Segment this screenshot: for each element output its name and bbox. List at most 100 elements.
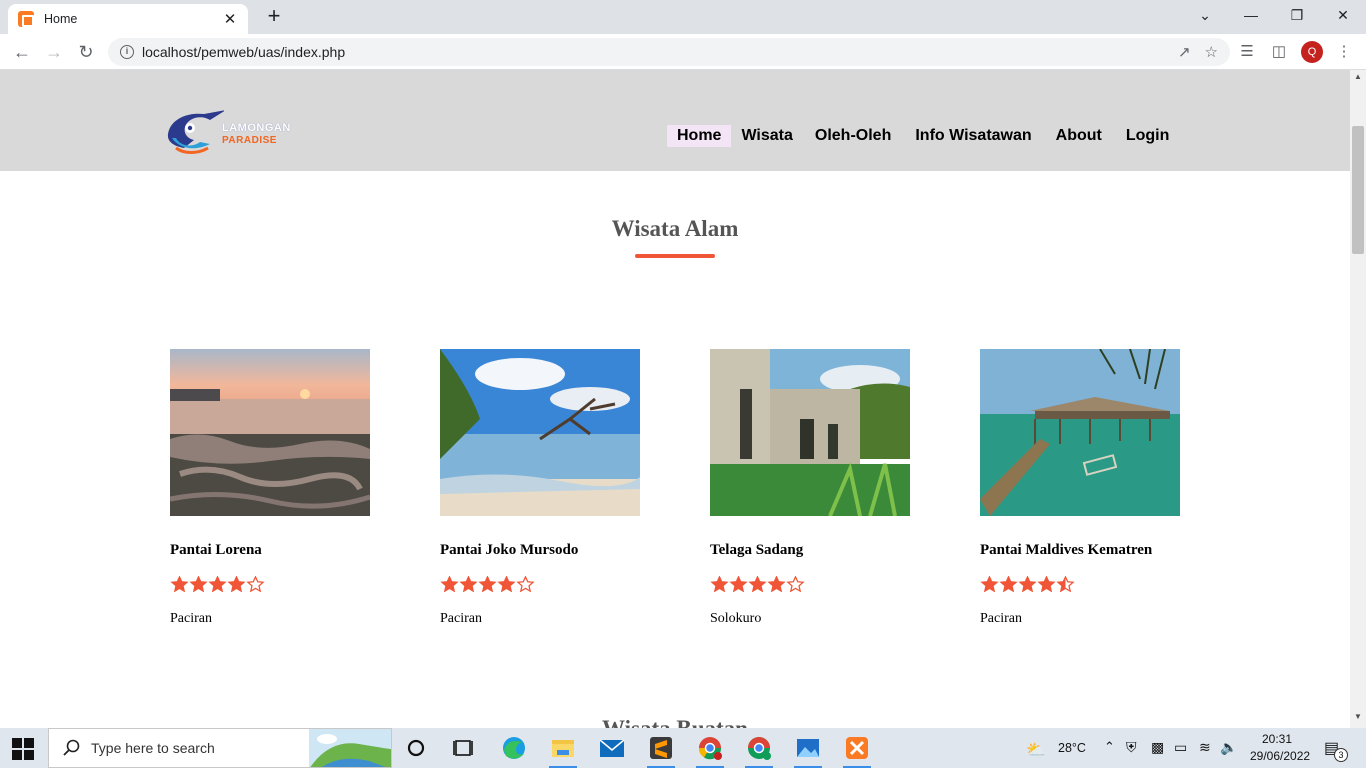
minimize-button[interactable]: — [1228, 0, 1274, 30]
star-full-icon [1037, 576, 1056, 592]
cortana-icon[interactable] [396, 732, 436, 764]
destination-name[interactable]: Telaga Sadang [710, 542, 803, 559]
destination-photo[interactable] [440, 349, 640, 516]
star-full-icon [999, 576, 1018, 592]
star-full-icon [980, 576, 999, 592]
destination-photo[interactable] [710, 349, 910, 516]
bookmark-star-icon[interactable]: ☆ [1205, 43, 1218, 61]
forward-arrow-icon[interactable]: → [40, 38, 68, 66]
site-info-icon[interactable]: i [120, 45, 134, 59]
media-control-icon[interactable]: ☰ [1237, 42, 1257, 62]
star-full-icon [1018, 576, 1037, 592]
destination-name[interactable]: Pantai Maldives Kematren [980, 542, 1152, 559]
nav-info-wisatawan[interactable]: Info Wisatawan [903, 125, 1043, 147]
chrome-profile-icon[interactable] [690, 732, 730, 768]
next-section-title: Wisata Buatan [0, 716, 1350, 728]
title-underline [635, 254, 715, 258]
nav-oleh-oleh[interactable]: Oleh-Oleh [803, 125, 903, 147]
share-icon[interactable]: ↗ [1178, 43, 1191, 61]
star-full-icon [440, 576, 459, 592]
destination-card[interactable]: Pantai Lorena Paciran [170, 349, 370, 626]
tab-title: Home [44, 12, 78, 26]
edge-browser-icon[interactable] [494, 732, 534, 764]
star-full-icon [497, 576, 516, 592]
profile-avatar[interactable]: Q [1301, 41, 1323, 63]
tray-expand-icon[interactable]: ⌃ [1104, 739, 1115, 755]
page-scrollbar[interactable]: ▲ ▼ [1350, 70, 1366, 728]
star-rating [710, 576, 805, 592]
star-full-icon [748, 576, 767, 592]
tab-close-icon[interactable]: ✕ [222, 10, 238, 28]
star-rating [440, 576, 535, 592]
destination-card[interactable]: Telaga Sadang Solokuro [710, 349, 910, 626]
reload-icon[interactable]: ↻ [72, 38, 100, 66]
star-rating [170, 576, 265, 592]
destination-location: Paciran [440, 611, 482, 626]
section-title: Wisata Alam [611, 216, 739, 241]
site-logo[interactable]: LAMONGAN PARADISE [164, 108, 304, 156]
xampp-favicon-icon [18, 11, 34, 27]
nav-wisata[interactable]: Wisata [731, 125, 802, 147]
destination-name[interactable]: Pantai Joko Mursodo [440, 542, 578, 559]
clock-date[interactable]: 29/06/2022 [1250, 749, 1310, 763]
destination-card[interactable]: Pantai Maldives Kematren Paciran [980, 349, 1180, 626]
wifi-icon[interactable]: ≋ [1199, 739, 1211, 756]
site-header: LAMONGAN PARADISE Home Wisata Oleh-Oleh … [0, 70, 1350, 171]
star-full-icon [227, 576, 246, 592]
destination-photo[interactable] [980, 349, 1180, 516]
star-full-icon [170, 576, 189, 592]
search-icon [63, 739, 80, 756]
back-arrow-icon[interactable]: ← [8, 38, 36, 66]
menu-kebab-icon[interactable]: ⋮ [1334, 42, 1354, 62]
page-viewport: LAMONGAN PARADISE Home Wisata Oleh-Oleh … [0, 70, 1350, 728]
photos-icon[interactable] [788, 732, 828, 768]
star-empty-icon [246, 576, 265, 592]
windows-start-icon[interactable] [12, 738, 34, 760]
logo-text-lamongan: LAMONGAN [222, 122, 291, 134]
file-explorer-icon[interactable] [543, 732, 583, 768]
browser-tab-bar: Home ✕ + ⌄ — ❐ ✕ [0, 0, 1366, 34]
url-text[interactable]: localhost/pemweb/uas/index.php [142, 44, 1164, 60]
search-highlight-art-icon [309, 729, 391, 767]
xampp-icon[interactable] [837, 732, 877, 768]
star-half-icon [1056, 576, 1075, 592]
clock-time[interactable]: 20:31 [1262, 732, 1292, 746]
task-view-icon[interactable] [443, 732, 483, 764]
star-full-icon [710, 576, 729, 592]
meet-now-icon[interactable]: ▩ [1151, 739, 1164, 756]
star-full-icon [208, 576, 227, 592]
restore-button[interactable]: ❐ [1274, 0, 1320, 30]
star-full-icon [459, 576, 478, 592]
browser-toolbar: ← → ↻ i localhost/pemweb/uas/index.php ↗… [0, 34, 1366, 70]
close-window-button[interactable]: ✕ [1320, 0, 1366, 30]
new-tab-button[interactable]: + [260, 4, 288, 30]
destination-name[interactable]: Pantai Lorena [170, 542, 262, 559]
nav-login[interactable]: Login [1114, 125, 1182, 147]
star-empty-icon [786, 576, 805, 592]
search-placeholder: Type here to search [91, 740, 215, 756]
nav-about[interactable]: About [1044, 125, 1114, 147]
side-panel-icon[interactable]: ◫ [1269, 42, 1289, 62]
scroll-thumb[interactable] [1352, 126, 1364, 254]
star-full-icon [729, 576, 748, 592]
weather-icon[interactable]: ⛅ [1026, 740, 1046, 760]
nav-home[interactable]: Home [667, 125, 732, 147]
sublime-text-icon[interactable] [641, 732, 681, 768]
browser-tab[interactable]: Home ✕ [8, 4, 248, 34]
destination-location: Solokuro [710, 611, 762, 626]
weather-temp[interactable]: 28°C [1058, 741, 1086, 755]
star-full-icon [478, 576, 497, 592]
notification-count-badge: 3 [1334, 748, 1348, 762]
volume-icon[interactable]: 🔈 [1220, 739, 1237, 756]
mail-icon[interactable] [592, 732, 632, 764]
destination-card[interactable]: Pantai Joko Mursodo Paciran [440, 349, 640, 626]
battery-icon[interactable]: ▭ [1174, 739, 1187, 756]
chrome-icon[interactable] [739, 732, 779, 768]
scroll-up-arrow-icon[interactable]: ▲ [1350, 72, 1366, 86]
tab-search-icon[interactable]: ⌄ [1182, 0, 1228, 30]
destination-photo[interactable] [170, 349, 370, 516]
taskbar-search-box[interactable]: Type here to search [48, 728, 392, 768]
scroll-down-arrow-icon[interactable]: ▼ [1350, 712, 1366, 726]
address-bar[interactable]: i localhost/pemweb/uas/index.php ↗ ☆ [108, 38, 1230, 66]
security-shield-icon[interactable]: ⛨ [1126, 739, 1137, 756]
